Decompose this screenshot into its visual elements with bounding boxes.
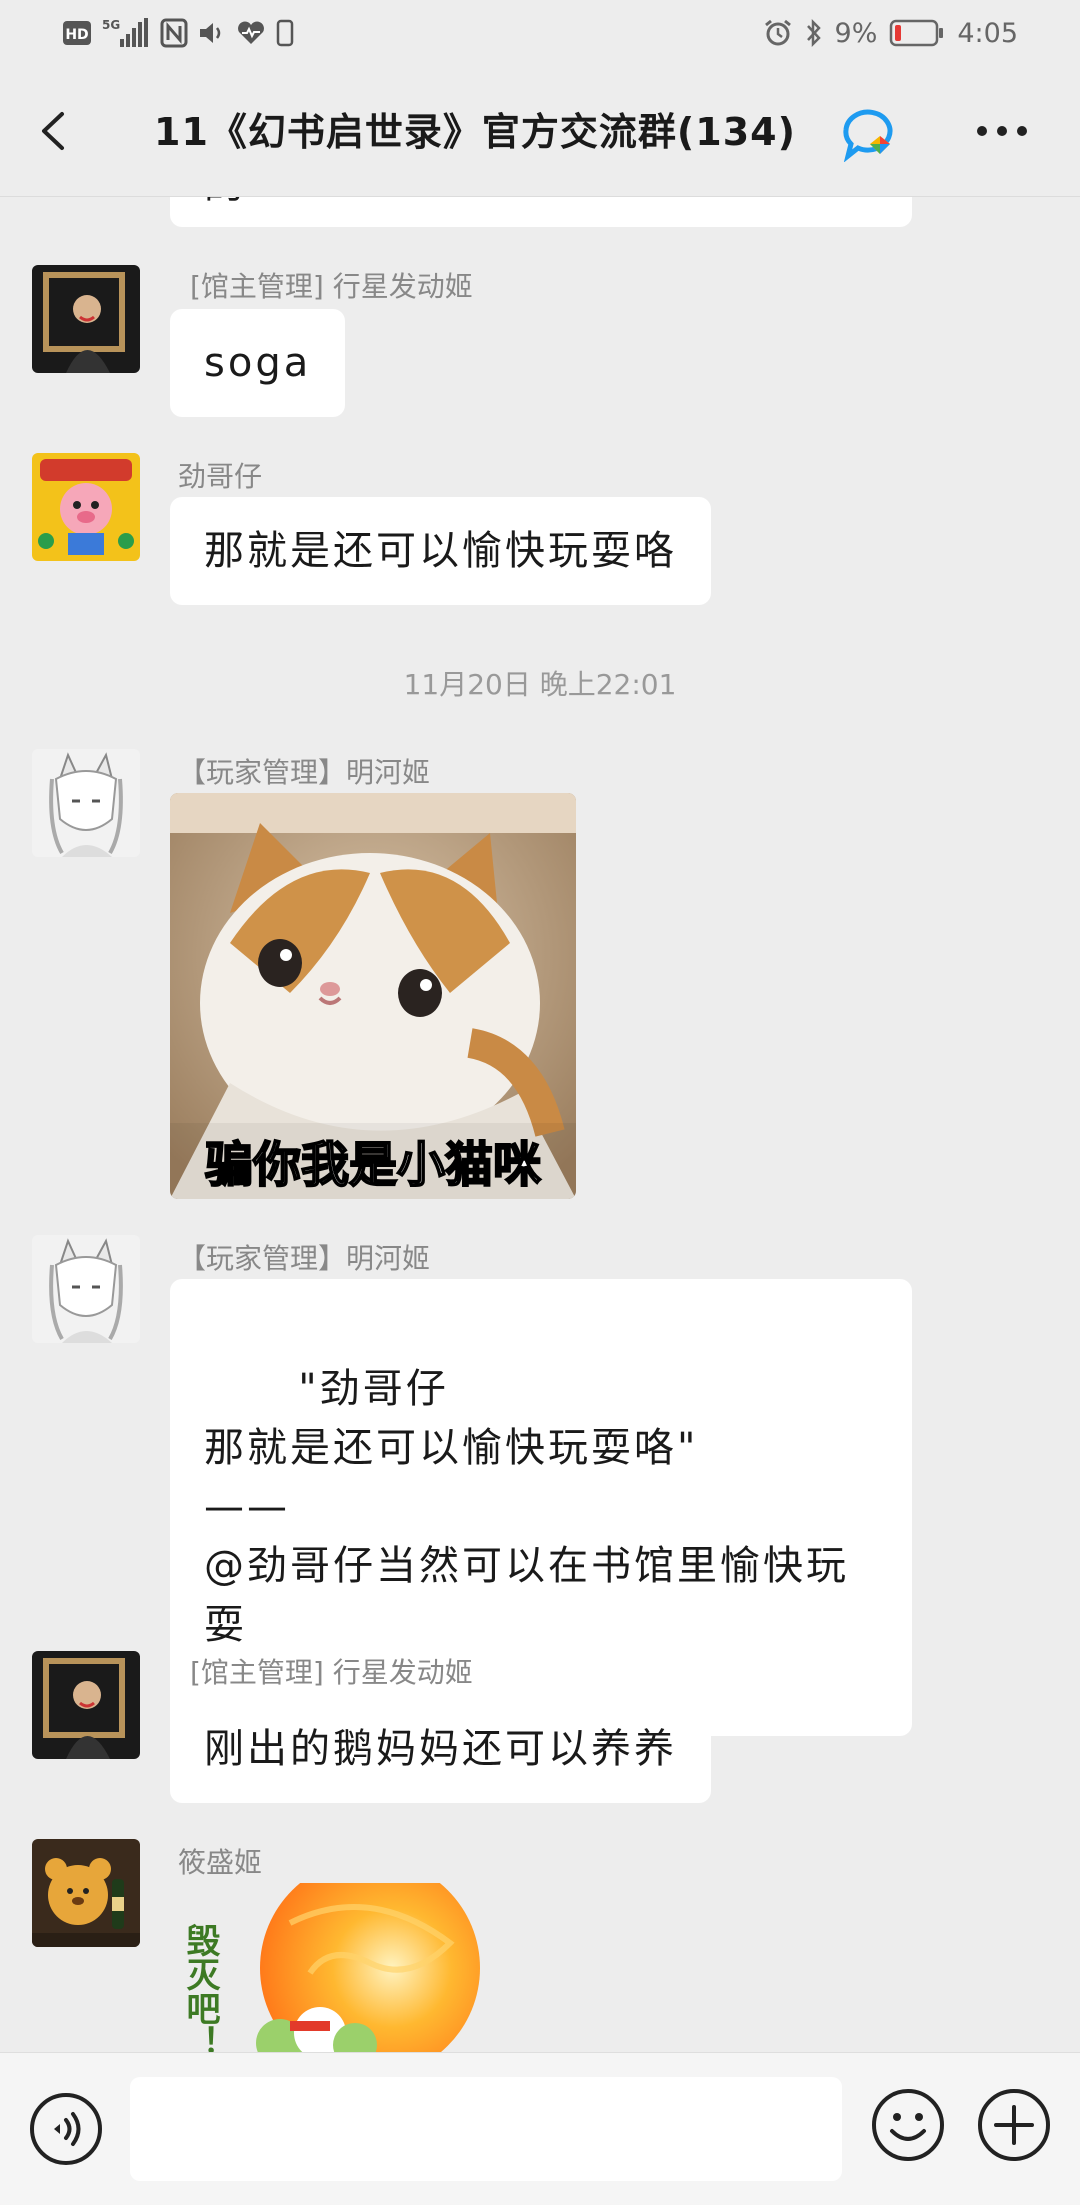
status-bar: HD 5G 9% 4:05 bbox=[0, 0, 1080, 66]
phone-icon bbox=[276, 19, 294, 47]
chat-header: 11《幻书启世录》官方交流群(134) bbox=[0, 66, 1080, 197]
hd-icon: HD bbox=[62, 20, 92, 46]
5g-signal-icon: 5G bbox=[102, 17, 150, 49]
alarm-icon bbox=[763, 18, 793, 48]
status-right: 9% 4:05 bbox=[763, 14, 1018, 52]
destroy-sticker-image[interactable]: 毁灭吧！ bbox=[170, 1883, 494, 2052]
volume-icon bbox=[198, 20, 226, 46]
nfc-icon bbox=[160, 18, 188, 48]
avatar[interactable] bbox=[32, 1235, 140, 1343]
voice-input-button[interactable] bbox=[28, 2091, 104, 2167]
svg-text:5G: 5G bbox=[102, 18, 120, 32]
emoji-icon bbox=[872, 2089, 944, 2161]
message-text: "劲哥仔 那就是还可以愉快玩耍咯" —— @劲哥仔当然可以在书馆里愉快玩 耍 bbox=[204, 1366, 849, 1648]
battery-percent: 9% bbox=[834, 17, 878, 49]
plus-icon bbox=[978, 2089, 1050, 2161]
avatar[interactable] bbox=[32, 749, 140, 857]
more-options-button[interactable] bbox=[972, 106, 1032, 156]
message-text: soga bbox=[204, 340, 312, 386]
bluetooth-icon bbox=[805, 18, 823, 48]
timestamp: 11月20日 晚上22:01 bbox=[403, 668, 677, 701]
message-bubble[interactable]: 刚出的鹅妈妈还可以养养 bbox=[170, 1695, 711, 1803]
message-bubble[interactable]: 的 bbox=[170, 197, 912, 227]
avatar[interactable] bbox=[32, 265, 140, 373]
sender-name: 劲哥仔 bbox=[178, 460, 263, 493]
chat-message: 筱盛姬 毁灭吧！ bbox=[0, 1839, 1080, 2052]
group-title: 11《幻书启世录》官方交流群(134) bbox=[154, 110, 796, 154]
input-bar bbox=[0, 2052, 1080, 2205]
sticker-caption: 毁灭吧！ bbox=[180, 1923, 220, 2052]
message-input[interactable] bbox=[130, 2077, 842, 2181]
chat-message: 【玩家管理】明河姬 骗你我是小猫咪 bbox=[0, 749, 1080, 1199]
message-text: 刚出的鹅妈妈还可以养养 bbox=[204, 1726, 677, 1772]
health-icon bbox=[236, 20, 266, 46]
chat-area[interactable]: 的 [馆主管理] 行星发动姬 soga bbox=[0, 197, 1080, 2052]
more-functions-button[interactable] bbox=[976, 2087, 1052, 2163]
message-bubble[interactable]: 那就是还可以愉快玩耍咯 bbox=[170, 497, 711, 605]
chevron-left-icon bbox=[42, 112, 64, 150]
clock: 4:05 bbox=[957, 17, 1018, 49]
voice-icon bbox=[30, 2093, 102, 2165]
sender-name: 【玩家管理】明河姬 bbox=[178, 756, 431, 789]
sticker-caption: 骗你我是小猫咪 bbox=[205, 1137, 541, 1193]
group-badge-icon[interactable] bbox=[840, 106, 904, 163]
status-left-icons: HD 5G bbox=[62, 14, 294, 52]
message-bubble[interactable]: soga bbox=[170, 309, 346, 417]
chat-message: [馆主管理] 行星发动姬 刚出的鹅妈妈还可以养养 bbox=[0, 1651, 1080, 1811]
cat-sticker-image[interactable]: 骗你我是小猫咪 bbox=[170, 793, 576, 1199]
avatar[interactable] bbox=[32, 1839, 140, 1947]
chat-message: 劲哥仔 那就是还可以愉快玩耍咯 bbox=[0, 453, 1080, 613]
sender-name: [馆主管理] 行星发动姬 bbox=[190, 270, 473, 303]
chat-message: 【玩家管理】明河姬 "劲哥仔 那就是还可以愉快玩耍咯" —— @劲哥仔当然可以在… bbox=[0, 1235, 1080, 1736]
avatar[interactable] bbox=[32, 1651, 140, 1759]
back-button[interactable] bbox=[30, 106, 80, 156]
avatar[interactable] bbox=[32, 453, 140, 561]
chat-message: [馆主管理] 行星发动姬 soga bbox=[0, 265, 1080, 425]
battery-icon bbox=[889, 18, 945, 48]
more-dots-icon bbox=[977, 126, 1027, 136]
message-text: 那就是还可以愉快玩耍咯 bbox=[204, 528, 677, 574]
emoji-button[interactable] bbox=[870, 2087, 946, 2163]
sender-name: 【玩家管理】明河姬 bbox=[178, 1242, 431, 1275]
message-text: 的 bbox=[204, 197, 247, 208]
sender-name: [馆主管理] 行星发动姬 bbox=[190, 1656, 473, 1689]
sender-name: 筱盛姬 bbox=[178, 1846, 263, 1879]
svg-text:HD: HD bbox=[65, 27, 88, 43]
